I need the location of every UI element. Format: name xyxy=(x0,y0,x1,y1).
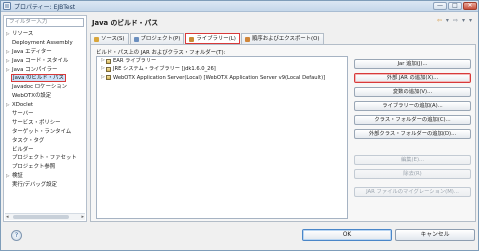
tab-label: ライブラリー(L) xyxy=(196,35,236,42)
migrate-jar-button[interactable]: JAR ファイルのマイグレーション(M)... xyxy=(354,187,471,197)
tree-item[interactable]: タスク・タグ xyxy=(6,137,84,146)
filter-input[interactable]: フィルター入力 xyxy=(6,18,84,27)
add-external-jars-button[interactable]: 外部 JAR の追加(X)... xyxy=(354,73,471,83)
tab-icon xyxy=(244,36,250,42)
libraries-label: ビルド・パス上の JAR およびクラス・フォルダー(T): xyxy=(96,50,226,56)
library-icon xyxy=(106,58,111,64)
tree-item[interactable]: 実行/デバッグ設定 xyxy=(6,181,84,190)
add-library-button[interactable]: ライブラリーの追加(A)... xyxy=(354,101,471,111)
add-jars-button[interactable]: Jar 追加(J)... xyxy=(354,59,471,69)
tree-item[interactable]: Javadoc ロケーション xyxy=(6,83,84,92)
minimize-button[interactable]: — xyxy=(433,2,447,10)
properties-icon xyxy=(3,2,11,10)
tree-item-label: Javadoc ロケーション xyxy=(12,84,68,91)
tree-item-label: プロジェクト・ファセット xyxy=(12,155,77,162)
ok-button[interactable]: OK xyxy=(302,229,392,241)
tree-item-label: Deployment Assembly xyxy=(12,39,73,46)
tab-label: 順序およびエクスポート(O) xyxy=(251,35,320,42)
window-title: プロパティー: EJBTest xyxy=(14,3,76,11)
tree-item-label: Java のビルド・パス xyxy=(11,74,66,83)
tree-item[interactable]: ▷ 検証 xyxy=(6,172,84,181)
library-list[interactable]: ▷ EAR ライブラリー ▷ JRE システム・ライブラリー [jdk1.6.0_26… xyxy=(96,56,348,219)
tree-item[interactable]: ▷ XDoclet xyxy=(6,101,84,110)
library-item[interactable]: ▷ WebOTX Application Server(Local) [WebOT… xyxy=(97,74,347,82)
tree-item[interactable]: プロジェクト参照 xyxy=(6,163,84,172)
tree-item-label: 検証 xyxy=(12,173,23,180)
tree-item[interactable]: ▷ Java コード・スタイル xyxy=(6,57,84,66)
dialog-footer: ? OK キャンセル xyxy=(1,224,478,250)
tree-item-label: Java コード・スタイル xyxy=(12,57,69,64)
tab-1[interactable]: プロジェクト(P) xyxy=(129,33,185,44)
forward-menu-chevron-icon[interactable]: ▾ xyxy=(462,17,465,24)
tree-item[interactable]: ▷ Java コンパイラー xyxy=(6,66,84,75)
tree-item-label: ターゲット・ランタイム xyxy=(12,128,72,135)
tab-label: プロジェクト(P) xyxy=(140,35,181,42)
add-external-class-folder-button[interactable]: 外部クラス・フォルダーの追加(D)... xyxy=(354,129,471,139)
library-icon xyxy=(106,75,111,81)
library-label: JRE システム・ライブラリー [jdk1.6.0_26] xyxy=(113,66,216,73)
back-arrow-icon[interactable]: ⇦ xyxy=(437,17,442,24)
add-variable-button[interactable]: 変数の追加(V)... xyxy=(354,87,471,97)
properties-dialog: プロパティー: EJBTest — □ ✕ フィルター入力 ▷ リソース Deplo… xyxy=(0,0,479,251)
tree-item[interactable]: サーバー xyxy=(6,110,84,119)
close-button[interactable]: ✕ xyxy=(463,2,477,10)
tree-item[interactable]: ▷ リソース xyxy=(6,30,84,39)
libraries-tab-panel: ビルド・パス上の JAR およびクラス・フォルダー(T): ▷ EAR ライブラリ… xyxy=(90,44,476,222)
tree-item[interactable]: Deployment Assembly xyxy=(6,39,84,48)
tree-item-label: Java コンパイラー xyxy=(12,66,58,73)
property-tree: ▷ リソース Deployment Assembly ▷ Java エディター ▷ Java… xyxy=(6,30,84,190)
library-icon xyxy=(106,67,111,73)
property-nav-panel: フィルター入力 ▷ リソース Deployment Assembly ▷ Java エデ… xyxy=(3,15,87,222)
scroll-right-icon[interactable]: ▸ xyxy=(81,214,84,220)
tab-3[interactable]: 順序およびエクスポート(O) xyxy=(240,33,324,44)
tree-item-label: ビルダー xyxy=(12,146,34,153)
view-menu-icon[interactable]: ▾ xyxy=(469,17,472,24)
property-page: Java のビルド・パス ⇦ ▾ ⇨ ▾ ▾ ソース(S) プロジェクト(P) ライ… xyxy=(90,15,476,222)
tree-item-label: タスク・タグ xyxy=(12,137,45,144)
page-navigation: ⇦ ▾ ⇨ ▾ ▾ xyxy=(437,17,472,24)
tree-item-label: 実行/デバッグ設定 xyxy=(12,182,57,189)
tree-item[interactable]: Java のビルド・パス xyxy=(6,74,84,83)
tree-item[interactable]: ターゲット・ランタイム xyxy=(6,128,84,137)
forward-arrow-icon[interactable]: ⇨ xyxy=(453,17,458,24)
tree-item-label: Java エディター xyxy=(12,48,52,55)
tab-icon xyxy=(189,36,195,42)
build-path-tabs: ソース(S) プロジェクト(P) ライブラリー(L) 順序およびエクスポート(O) xyxy=(90,33,325,44)
tree-item[interactable]: ビルダー xyxy=(6,146,84,155)
scroll-left-icon[interactable]: ◂ xyxy=(6,214,9,220)
tree-item-label: サーバー xyxy=(12,111,34,118)
page-title: Java のビルド・パス xyxy=(92,19,159,27)
library-label: EAR ライブラリー xyxy=(113,58,157,64)
tab-icon xyxy=(94,36,99,42)
library-label: WebOTX Application Server(Local) [WebOTX… xyxy=(113,74,326,81)
library-item[interactable]: ▷ JRE システム・ライブラリー [jdk1.6.0_26] xyxy=(97,65,347,73)
tab-label: ソース(S) xyxy=(101,35,125,42)
library-item[interactable]: ▷ EAR ライブラリー xyxy=(97,57,347,65)
tab-0[interactable]: ソース(S) xyxy=(90,33,129,44)
tree-item[interactable]: サービス・ポリシー xyxy=(6,119,84,128)
tab-2[interactable]: ライブラリー(L) xyxy=(185,33,240,44)
remove-button[interactable]: 除去(R) xyxy=(354,169,471,179)
title-bar[interactable]: プロパティー: EJBTest — □ ✕ xyxy=(1,1,478,12)
tree-item-label: XDoclet xyxy=(12,102,34,109)
tree-item-label: プロジェクト参照 xyxy=(12,164,56,171)
cancel-button[interactable]: キャンセル xyxy=(395,229,475,241)
tree-item-label: WebOTXの設定 xyxy=(12,93,52,100)
tree-item-label: リソース xyxy=(12,31,34,37)
horizontal-scrollbar[interactable]: ◂ ▸ xyxy=(5,213,85,220)
scrollbar-thumb[interactable] xyxy=(13,215,69,219)
maximize-button[interactable]: □ xyxy=(448,2,462,10)
back-menu-chevron-icon[interactable]: ▾ xyxy=(446,17,449,24)
tree-item[interactable]: WebOTXの設定 xyxy=(6,92,84,101)
tree-item-label: サービス・ポリシー xyxy=(12,119,61,126)
add-class-folder-button[interactable]: クラス・フォルダーの追加(C)... xyxy=(354,115,471,125)
tab-icon xyxy=(133,36,139,42)
edit-button[interactable]: 編集(E)... xyxy=(354,155,471,165)
tree-item[interactable]: ▷ Java エディター xyxy=(6,48,84,57)
help-icon[interactable]: ? xyxy=(11,230,22,241)
tree-item[interactable]: プロジェクト・ファセット xyxy=(6,154,84,163)
